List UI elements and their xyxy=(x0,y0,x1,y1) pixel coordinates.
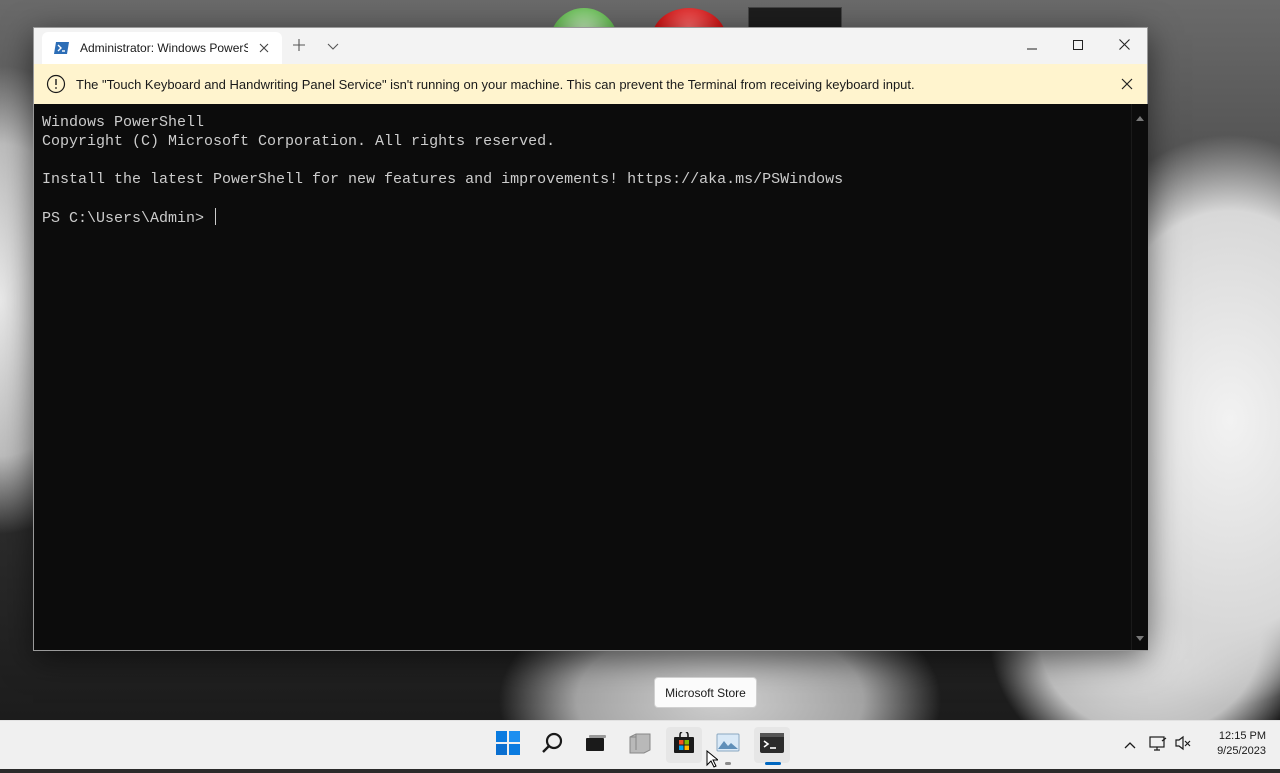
console-prompt: PS C:\Users\Admin> xyxy=(42,210,214,227)
close-button[interactable] xyxy=(1101,28,1147,64)
minimize-icon xyxy=(1027,37,1037,55)
new-tab-button[interactable] xyxy=(288,36,310,58)
start-button[interactable] xyxy=(490,727,526,763)
infobar-close-icon[interactable] xyxy=(1117,74,1137,94)
terminal-icon xyxy=(760,732,784,758)
system-clock[interactable]: 12:15 PM 9/25/2023 xyxy=(1200,729,1266,759)
task-view-button[interactable] xyxy=(578,727,614,763)
file-explorer-icon xyxy=(628,732,652,759)
taskbar: 12:15 PM 9/25/2023 xyxy=(0,720,1280,769)
scroll-down-icon[interactable] xyxy=(1136,628,1144,646)
network-button[interactable] xyxy=(1148,735,1168,755)
microsoft-store-icon xyxy=(673,729,695,759)
warning-infobar: The "Touch Keyboard and Handwriting Pane… xyxy=(34,64,1147,104)
mouse-pointer-icon xyxy=(706,749,720,773)
powershell-icon xyxy=(54,41,70,55)
windows-logo-icon xyxy=(496,730,520,760)
show-hidden-icons-button[interactable] xyxy=(1120,735,1140,755)
minimize-button[interactable] xyxy=(1009,28,1055,64)
warning-icon xyxy=(46,74,66,94)
terminal-window: Administrator: Windows PowerShell xyxy=(33,27,1148,651)
clock-time: 12:15 PM xyxy=(1218,730,1266,742)
vertical-scrollbar[interactable] xyxy=(1131,104,1148,650)
maximize-icon xyxy=(1073,37,1083,55)
network-icon xyxy=(1149,735,1167,756)
console-line: Install the latest PowerShell for new fe… xyxy=(42,171,844,188)
tab-powershell[interactable]: Administrator: Windows PowerShell xyxy=(42,32,282,64)
search-icon xyxy=(540,731,564,760)
scroll-up-icon[interactable] xyxy=(1136,108,1144,126)
terminal-active-indicator xyxy=(765,762,781,765)
file-explorer-button[interactable] xyxy=(622,727,658,763)
tab-close-icon[interactable] xyxy=(256,40,272,56)
tab-title: Administrator: Windows PowerShell xyxy=(80,41,248,55)
clock-date: 9/25/2023 xyxy=(1217,745,1266,757)
console-line: Copyright (C) Microsoft Corporation. All… xyxy=(42,133,556,150)
console-prompt-line: PS C:\Users\Admin> xyxy=(42,208,217,227)
close-icon xyxy=(1118,37,1130,55)
infobar-message: The "Touch Keyboard and Handwriting Pane… xyxy=(76,76,915,92)
search-button[interactable] xyxy=(534,727,570,763)
title-bar[interactable]: Administrator: Windows PowerShell xyxy=(34,28,1147,64)
text-cursor xyxy=(215,208,217,225)
plus-icon xyxy=(292,38,306,57)
volume-muted-icon xyxy=(1174,735,1192,756)
console-output[interactable]: Windows PowerShell Copyright (C) Microso… xyxy=(34,104,1131,650)
maximize-button[interactable] xyxy=(1055,28,1101,64)
microsoft-store-button[interactable] xyxy=(666,727,702,763)
photos-icon xyxy=(716,733,740,758)
chevron-down-icon xyxy=(327,38,339,56)
volume-button[interactable] xyxy=(1173,735,1193,755)
tab-dropdown-button[interactable] xyxy=(322,36,344,58)
terminal-button[interactable] xyxy=(754,727,790,763)
taskbar-tooltip: Microsoft Store xyxy=(654,677,757,708)
chevron-up-icon xyxy=(1124,736,1136,754)
photos-running-indicator xyxy=(725,762,731,765)
console-line: Windows PowerShell xyxy=(42,114,205,131)
task-view-icon xyxy=(584,733,608,758)
